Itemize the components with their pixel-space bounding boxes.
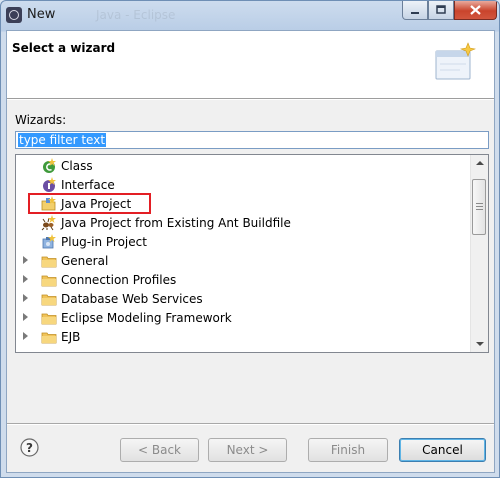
tree-item-ejb[interactable]: EJB [23,327,81,346]
tree-item-database-web-services[interactable]: Database Web Services [23,289,203,308]
maximize-button[interactable] [428,1,454,20]
title-bar[interactable]: New Java - Eclipse [1,1,499,29]
tree-item-general[interactable]: General [23,251,109,270]
class-icon [43,157,56,173]
back-button[interactable]: < Back [120,438,199,462]
plugin-project-icon [42,233,56,248]
folder-icon [41,256,57,267]
tree-item-label: General [61,253,109,268]
vertical-scrollbar[interactable] [470,155,488,352]
wizard-header: Select a wizard [7,31,494,99]
expand-arrow-icon[interactable] [23,332,28,340]
background-window-title: Java - Eclipse [96,8,176,22]
tree-item-label: Database Web Services [61,291,203,306]
filter-text-selected: type filter text [18,133,107,147]
help-glyph: ? [26,441,33,455]
tree-item-label: Connection Profiles [61,272,177,287]
java-project-annotation-box [28,193,151,214]
tree-item-ant-project[interactable]: Java Project from Existing Ant Buildfile [41,213,291,232]
tree-item-label: Eclipse Modeling Framework [61,310,232,325]
expand-arrow-icon[interactable] [23,275,28,283]
tree-item-label: Java Project from Existing Ant Buildfile [61,215,291,230]
minimize-icon [411,12,419,14]
wizards-label: Wizards: [15,113,67,127]
folder-icon [41,332,57,343]
tree-item-class[interactable]: Class [41,156,93,175]
tree-item-label: Class [61,158,93,173]
new-wizard-banner-icon [435,42,476,80]
dialog-content: Select a wizard Wizards: type filter tex… [6,30,495,473]
folder-icon [41,294,57,305]
page-title: Select a wizard [12,41,116,55]
scroll-up-arrow-icon[interactable] [476,161,484,165]
tree-item-label: Plug-in Project [61,234,147,249]
close-button[interactable] [454,1,497,20]
close-icon [470,5,481,15]
folder-icon [41,313,57,324]
tree-item-plugin-project[interactable]: Plug-in Project [41,232,147,251]
tree-item-interface[interactable]: Interface [41,175,115,194]
help-icon[interactable]: ? [20,438,39,457]
header-divider [7,99,494,100]
footer-divider-highlight [7,424,494,425]
cancel-button[interactable]: Cancel [399,438,486,462]
minimize-button[interactable] [402,1,428,20]
expand-arrow-icon[interactable] [23,294,28,302]
eclipse-icon [6,7,22,23]
scroll-thumb[interactable] [472,179,486,235]
scroll-down-arrow-icon[interactable] [476,342,484,346]
filter-input[interactable]: type filter text [15,131,489,149]
tree-item-label: Interface [61,177,115,192]
expand-arrow-icon[interactable] [23,256,28,264]
next-button[interactable]: Next > [208,438,287,462]
maximize-icon [436,5,446,14]
expand-arrow-icon[interactable] [23,313,28,321]
interface-icon [43,176,56,192]
tree-item-eclipse-modeling-framework[interactable]: Eclipse Modeling Framework [23,308,232,327]
dialog-window: New Java - Eclipse Select a wizard Wizar… [0,0,500,478]
window-title: New [27,7,56,22]
finish-button[interactable]: Finish [308,438,388,462]
folder-icon [41,275,57,286]
wizard-tree[interactable]: Class Interface Java Project Java Projec… [15,154,489,353]
tree-item-connection-profiles[interactable]: Connection Profiles [23,270,177,289]
tree-item-label: EJB [61,329,81,344]
ant-project-icon [41,214,56,230]
